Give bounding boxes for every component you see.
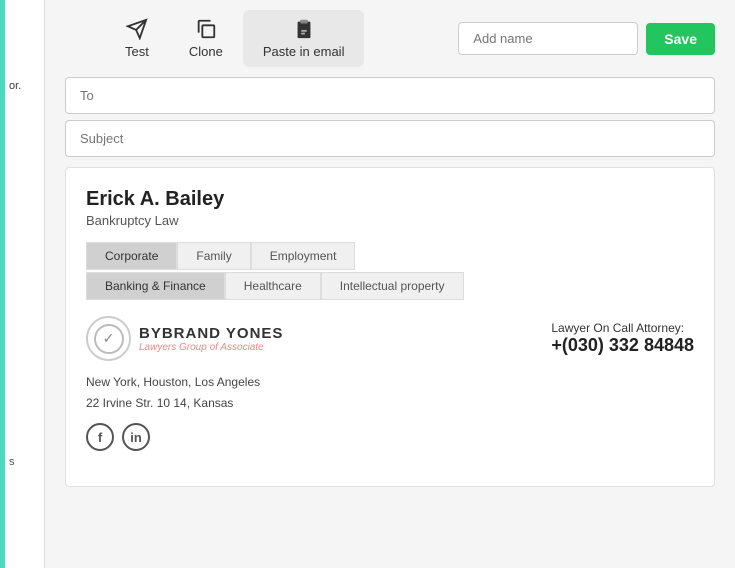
toolbar-right: Save <box>458 22 715 55</box>
linkedin-icon[interactable]: in <box>122 423 150 451</box>
sig-name: Erick A. Bailey <box>86 188 694 211</box>
test-button[interactable]: Test <box>105 10 169 67</box>
left-sidebar: or. s <box>5 0 45 568</box>
sig-address-line2: 22 Irvine Str. 10 14, Kansas <box>86 394 694 413</box>
sig-address-line1: New York, Houston, Los Angeles <box>86 373 694 392</box>
paste-in-email-label: Paste in email <box>263 44 345 59</box>
sig-logo: ✓ BYBRAND YONES Lawyers Group of Associa… <box>86 316 283 361</box>
logo-text-block: BYBRAND YONES Lawyers Group of Associate <box>139 325 283 353</box>
to-field[interactable] <box>65 77 715 114</box>
test-button-label: Test <box>125 44 149 59</box>
tag-healthcare: Healthcare <box>225 272 321 300</box>
email-composer <box>65 77 715 157</box>
sig-contact-label: Lawyer On Call Attorney: <box>551 321 694 335</box>
clone-icon <box>195 18 217 40</box>
clone-button-label: Clone <box>189 44 223 59</box>
sidebar-or-text: or. <box>9 80 21 92</box>
sig-contact: Lawyer On Call Attorney: +(030) 332 8484… <box>551 321 694 356</box>
sidebar-bottom-text: s <box>9 456 15 468</box>
logo-circle: ✓ <box>86 316 131 361</box>
name-input[interactable] <box>458 22 638 55</box>
toolbar: Test Clone Paste in email Save <box>45 0 735 77</box>
sig-title: Bankruptcy Law <box>86 213 694 228</box>
paste-icon <box>293 18 315 40</box>
tag-employment: Employment <box>251 242 356 270</box>
clone-button[interactable]: Clone <box>169 10 243 67</box>
sig-contact-phone: +(030) 332 84848 <box>551 335 694 356</box>
paste-in-email-button[interactable]: Paste in email <box>243 10 365 67</box>
tag-banking: Banking & Finance <box>86 272 225 300</box>
logo-inner-circle: ✓ <box>94 324 124 354</box>
logo-check-icon: ✓ <box>103 330 115 347</box>
subject-field[interactable] <box>65 120 715 157</box>
save-button[interactable]: Save <box>646 23 715 55</box>
tag-intellectual-property: Intellectual property <box>321 272 464 300</box>
sig-tags-row2: Banking & Finance Healthcare Intellectua… <box>86 272 694 300</box>
sig-social: f in <box>86 423 694 451</box>
tag-corporate: Corporate <box>86 242 177 270</box>
facebook-icon[interactable]: f <box>86 423 114 451</box>
main-content: Test Clone Paste in email Save <box>45 0 735 568</box>
sig-logo-area: ✓ BYBRAND YONES Lawyers Group of Associa… <box>86 316 694 361</box>
logo-brand: BYBRAND YONES <box>139 325 283 342</box>
logo-sub: Lawyers Group of Associate <box>139 342 283 353</box>
signature-preview: Erick A. Bailey Bankruptcy Law Corporate… <box>65 167 715 487</box>
tag-family: Family <box>177 242 250 270</box>
sig-tags-row1: Corporate Family Employment <box>86 242 694 270</box>
send-icon <box>126 18 148 40</box>
